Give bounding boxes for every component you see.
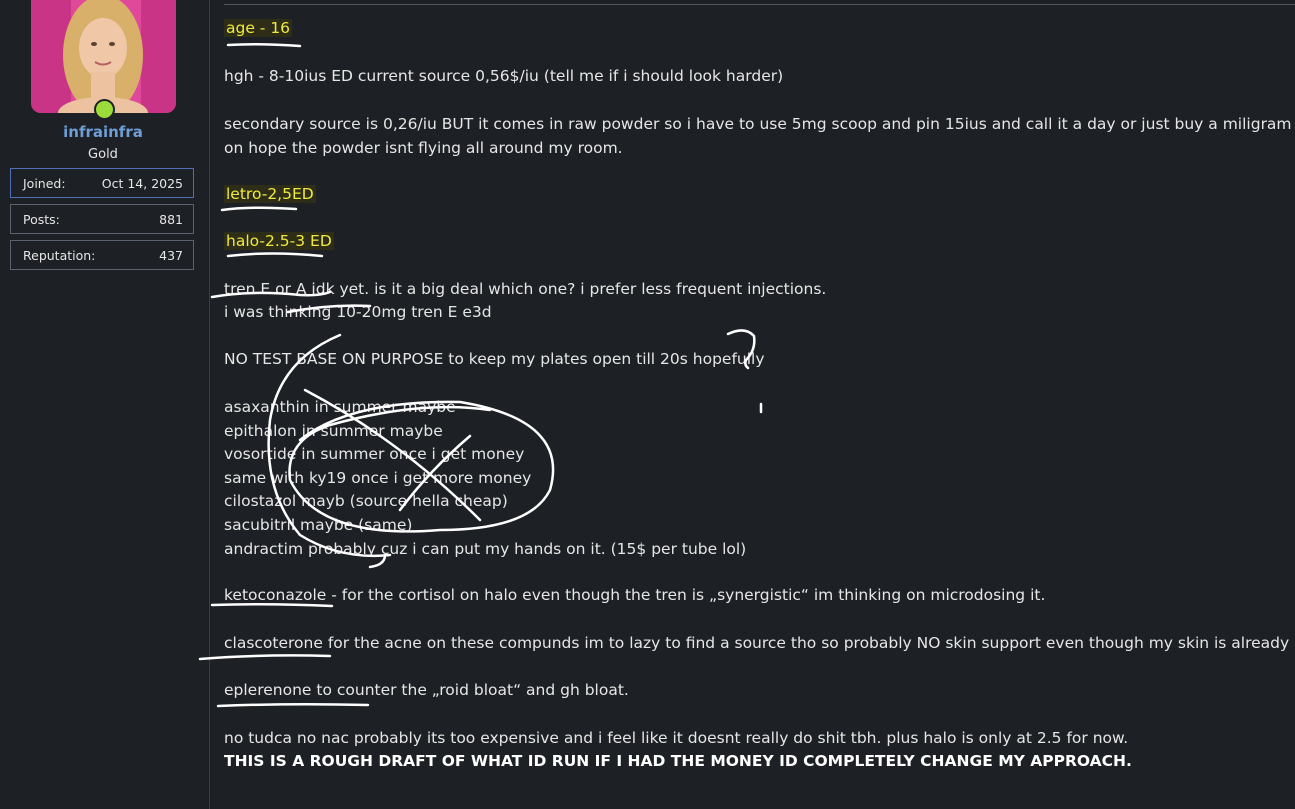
list-item: andractim probably cuz i can put my hand… — [224, 540, 747, 558]
post-line-halo: halo-2.5-3 ED — [224, 230, 334, 254]
username[interactable]: infrainfra — [0, 123, 206, 141]
stat-joined: Joined: Oct 14, 2025 — [10, 168, 194, 198]
post-line-tren-2: i was thinking 10-20mg tren E e3d — [224, 303, 492, 321]
highlighted-text: age - 16 — [224, 19, 293, 37]
post-line-rough-draft: THIS IS A ROUGH DRAFT OF WHAT ID RUN IF … — [224, 752, 1132, 770]
list-item: cilostazol mayb (source hella cheap) — [224, 492, 508, 510]
post-body: age - 16 hgh - 8-10ius ED current source… — [224, 0, 1295, 809]
post-line-eple: eplerenone to counter the „roid bloat“ a… — [224, 681, 629, 699]
stat-label: Reputation: — [23, 247, 96, 263]
post-line-clasco: clascoterone for the acne on these compu… — [224, 634, 1295, 652]
stat-posts: Posts: 881 — [10, 204, 194, 234]
stat-value: 881 — [159, 211, 183, 227]
stat-value: 437 — [159, 247, 183, 263]
online-status-icon — [94, 99, 115, 120]
post-line-hgh: hgh - 8-10ius ED current source 0,56$/iu… — [224, 67, 784, 85]
highlighted-text: letro-2,5ED — [224, 185, 316, 203]
post-line-keto: ketoconazole - for the cortisol on halo … — [224, 586, 1046, 604]
avatar[interactable] — [31, 0, 176, 113]
stat-label: Joined: — [23, 175, 66, 191]
stat-label: Posts: — [23, 211, 60, 227]
post-line-letro: letro-2,5ED — [224, 183, 316, 207]
post-line-no-tudca: no tudca no nac probably its too expensi… — [224, 729, 1129, 747]
list-item: sacubitril maybe (same) — [224, 516, 413, 534]
list-item: epithalon in summer maybe — [224, 422, 443, 440]
post-line-tren-1: tren E or A idk yet. is it a big deal wh… — [224, 280, 827, 298]
user-sidebar: infrainfra Gold Joined: Oct 14, 2025 Pos… — [0, 0, 210, 809]
highlighted-text: halo-2.5-3 ED — [224, 232, 334, 250]
user-rank: Gold — [88, 147, 118, 162]
stat-value: Oct 14, 2025 — [101, 175, 183, 191]
list-item: asaxanthin in summer maybe — [224, 398, 456, 416]
list-item: vosortide in summer once i get money — [224, 445, 525, 463]
post-line-secondary-2: on hope the powder isnt flying all aroun… — [224, 139, 623, 157]
post-line-no-test: NO TEST BASE ON PURPOSE to keep my plate… — [224, 350, 765, 368]
post-line-secondary-1: secondary source is 0,26/iu BUT it comes… — [224, 115, 1295, 133]
stat-reputation: Reputation: 437 — [10, 240, 194, 270]
post-line-age: age - 16 — [224, 17, 293, 41]
list-item: same with ky19 once i get more money — [224, 469, 532, 487]
